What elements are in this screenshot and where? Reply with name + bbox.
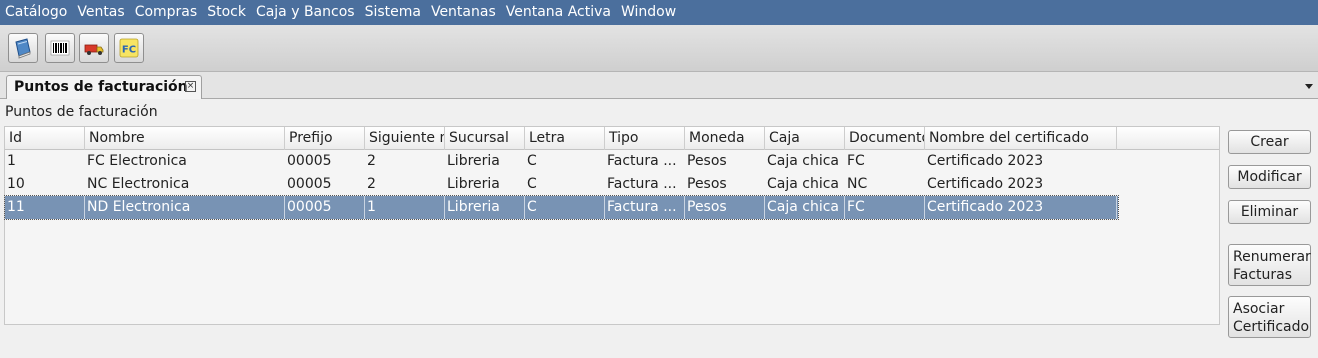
toolbar: FC [0,25,1318,72]
table-row[interactable]: 10 NC Electronica 00005 2 Libreria C Fac… [5,173,1118,196]
toolbar-fc-button[interactable]: FC [114,33,144,63]
menu-ventana-activa[interactable]: Ventana Activa [501,0,616,25]
tab-title: Puntos de facturación [14,79,188,95]
menu-window[interactable]: Window [616,0,681,25]
cell-moneda: Pesos [687,176,727,192]
renumerar-facturas-button[interactable]: Renumerar Facturas [1228,244,1311,286]
crear-button[interactable]: Crear [1228,130,1311,154]
cell-prefijo: 00005 [287,176,332,192]
menu-bar: Catálogo Ventas Compras Stock Caja y Ban… [0,0,1318,25]
cell-certificado: Certificado 2023 [925,196,1117,219]
table-header: Id Nombre Prefijo Siguiente n Sucursal L… [5,127,1219,150]
cell-letra: C [527,176,537,192]
cell-documento: FC [847,153,865,169]
column-header-caja[interactable]: Caja [765,127,845,150]
cell-moneda: Pesos [685,196,765,219]
menu-ventanas[interactable]: Ventanas [426,0,501,25]
svg-text:FC: FC [122,45,136,56]
book-icon [15,38,31,59]
cell-sucursal: Libreria [445,196,525,219]
cell-tipo: Factura ... [607,153,677,169]
table-row[interactable]: 1 FC Electronica 00005 2 Libreria C Fact… [5,150,1118,173]
fc-invoice-icon: FC [119,38,139,58]
tab-strip: Puntos de facturación × [0,72,1318,99]
section-title: Puntos de facturación [5,104,158,120]
eliminar-button[interactable]: Eliminar [1228,200,1311,224]
cell-documento: NC [847,176,868,192]
asociar-label-line1: Asociar [1233,301,1285,317]
cell-sucursal: Libreria [447,176,500,192]
cell-id: 1 [7,153,16,169]
menu-caja-y-bancos[interactable]: Caja y Bancos [251,0,360,25]
cell-id: 11 [5,196,85,219]
barcode-icon [50,40,70,56]
cell-siguiente: 1 [365,196,445,219]
menu-catalogo[interactable]: Catálogo [0,0,72,25]
column-header-documento[interactable]: Documento [845,127,925,150]
cell-certificado: Certificado 2023 [927,176,1044,192]
cell-prefijo: 00005 [287,153,332,169]
renumerar-label-line2: Facturas [1233,267,1293,283]
cell-letra: C [527,153,537,169]
modificar-button[interactable]: Modificar [1228,165,1311,189]
cell-caja: Caja chica [767,176,840,192]
cell-moneda: Pesos [687,153,727,169]
cell-certificado: Certificado 2023 [927,153,1044,169]
cell-nombre: NC Electronica [87,176,190,192]
chevron-down-icon[interactable] [1305,84,1313,89]
column-header-moneda[interactable]: Moneda [685,127,765,150]
column-header-letra[interactable]: Letra [525,127,605,150]
renumerar-label-line1: Renumerar [1233,249,1311,265]
column-header-prefijo[interactable]: Prefijo [285,127,365,150]
delivery-truck-icon [84,44,104,55]
toolbar-book-button[interactable] [8,33,38,63]
cell-documento: FC [845,196,925,219]
cell-id: 10 [7,176,25,192]
cell-nombre: ND Electronica [85,196,285,219]
close-icon[interactable]: × [185,81,196,92]
cell-siguiente: 2 [367,176,376,192]
tab-puntos-de-facturacion[interactable]: Puntos de facturación × [6,75,202,99]
cell-tipo: Factura ... [605,196,685,219]
asociar-label-line2: Certificado [1233,319,1310,335]
table-row-selected[interactable]: 11 ND Electronica 00005 1 Libreria C Fac… [4,195,1119,220]
toolbar-barcode-button[interactable] [45,33,75,63]
menu-sistema[interactable]: Sistema [360,0,426,25]
puntos-table: Id Nombre Prefijo Siguiente n Sucursal L… [4,126,1220,325]
cell-nombre: FC Electronica [87,153,187,169]
column-header-certificado[interactable]: Nombre del certificado [925,127,1117,150]
column-header-siguiente[interactable]: Siguiente n [365,127,445,150]
cell-siguiente: 2 [367,153,376,169]
column-header-tipo[interactable]: Tipo [605,127,685,150]
menu-ventas[interactable]: Ventas [72,0,129,25]
cell-tipo: Factura ... [607,176,677,192]
column-header-id[interactable]: Id [5,127,85,150]
cell-caja: Caja chica [765,196,845,219]
asociar-certificado-button[interactable]: Asociar Certificado [1228,296,1311,338]
column-header-sucursal[interactable]: Sucursal [445,127,525,150]
cell-sucursal: Libreria [447,153,500,169]
main-panel: Puntos de facturación Id Nombre Prefijo … [0,99,1318,358]
menu-compras[interactable]: Compras [130,0,203,25]
menu-stock[interactable]: Stock [202,0,251,25]
cell-prefijo: 00005 [285,196,365,219]
toolbar-delivery-button[interactable] [79,33,109,63]
cell-letra: C [525,196,605,219]
cell-caja: Caja chica [767,153,840,169]
column-header-nombre[interactable]: Nombre [85,127,285,150]
